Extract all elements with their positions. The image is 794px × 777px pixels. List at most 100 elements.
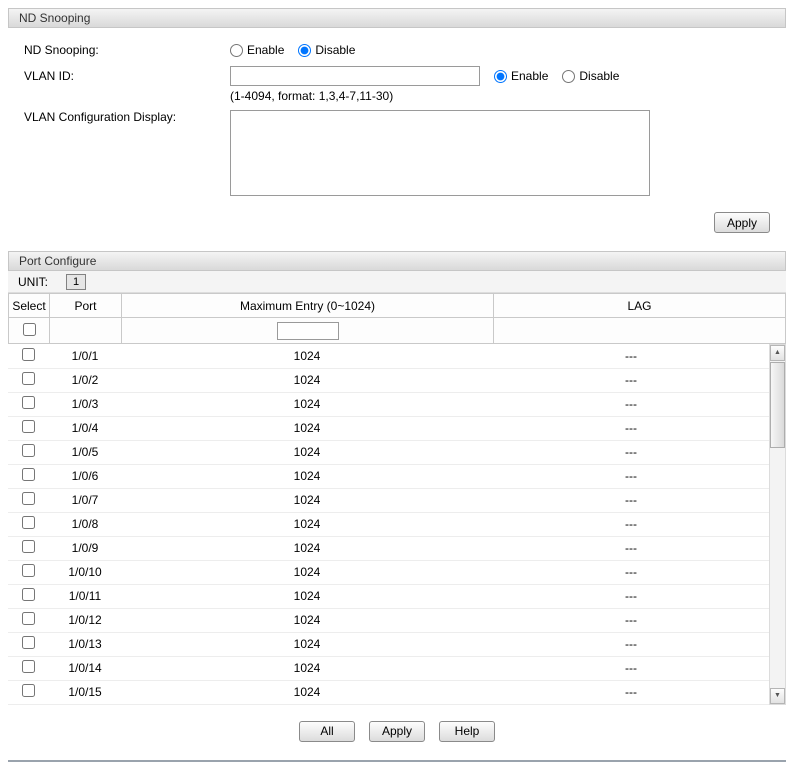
page: ND Snooping ND Snooping: Enable Disable …	[0, 0, 794, 770]
port-table-body-wrap: 1/0/1 1024 --- 1/0/2 1024 --- 1/0/3 1024…	[8, 344, 786, 705]
lag-cell: ---	[493, 536, 769, 561]
scrollbar-down-icon[interactable]: ▼	[770, 687, 785, 704]
max-entry-cell: 1024	[121, 512, 493, 537]
vlan-id-input[interactable]	[230, 66, 480, 86]
lag-cell: ---	[493, 584, 769, 609]
port-cell: 1/0/4	[49, 416, 121, 441]
port-table-header: Select Port Maximum Entry (0~1024) LAG	[8, 293, 786, 344]
lag-cell: ---	[493, 680, 769, 705]
port-table-body: 1/0/1 1024 --- 1/0/2 1024 --- 1/0/3 1024…	[8, 344, 769, 705]
lag-cell: ---	[493, 368, 769, 393]
table-row: 1/0/1 1024 ---	[8, 344, 769, 369]
table-row: 1/0/13 1024 ---	[8, 632, 769, 657]
row-select-checkbox[interactable]	[22, 540, 35, 553]
max-entry-cell: 1024	[121, 344, 493, 369]
unit-1-button[interactable]: 1	[66, 273, 86, 290]
table-row: 1/0/15 1024 ---	[8, 680, 769, 705]
nd-snooping-apply-row: Apply	[8, 212, 786, 233]
table-scrollbar[interactable]: ▲ ▼	[769, 344, 786, 705]
row-select-checkbox[interactable]	[22, 684, 35, 697]
scrollbar-up-icon[interactable]: ▲	[770, 345, 785, 361]
max-entry-cell: 1024	[121, 416, 493, 441]
column-header-max-entry: Maximum Entry (0~1024)	[121, 293, 494, 318]
row-select-checkbox[interactable]	[22, 420, 35, 433]
table-row: 1/0/8 1024 ---	[8, 512, 769, 537]
apply-button-top[interactable]: Apply	[713, 212, 770, 233]
nd-snooping-disable-radio[interactable]	[298, 43, 312, 57]
unit-label: UNIT:	[18, 274, 48, 289]
row-select-checkbox[interactable]	[22, 468, 35, 481]
lag-cell: ---	[493, 488, 769, 513]
row-select-checkbox[interactable]	[22, 636, 35, 649]
table-row: 1/0/2 1024 ---	[8, 368, 769, 393]
port-cell: 1/0/3	[49, 392, 121, 417]
row-select-checkbox[interactable]	[22, 396, 35, 409]
lag-cell: ---	[493, 416, 769, 441]
port-cell: 1/0/1	[49, 344, 121, 369]
row-select-checkbox[interactable]	[22, 516, 35, 529]
table-row: 1/0/10 1024 ---	[8, 560, 769, 585]
port-cell: 1/0/13	[49, 632, 121, 657]
port-cell: 1/0/8	[49, 512, 121, 537]
nd-snooping-enable-label: Enable	[247, 43, 285, 57]
nd-snooping-enable-radio[interactable]	[230, 43, 243, 57]
port-cell: 1/0/15	[49, 680, 121, 705]
lag-cell: ---	[493, 344, 769, 369]
nd-snooping-radio-group: Enable Disable	[230, 43, 355, 57]
row-select-checkbox[interactable]	[22, 347, 35, 361]
scrollbar-thumb[interactable]	[770, 362, 785, 448]
row-select-checkbox[interactable]	[22, 588, 35, 601]
port-cell: 1/0/6	[49, 464, 121, 489]
port-cell: 1/0/14	[49, 656, 121, 681]
vlan-id-enable-radio[interactable]	[494, 69, 507, 83]
max-entry-cell: 1024	[121, 536, 493, 561]
vlan-id-disable-radio[interactable]	[562, 69, 576, 83]
row-select-checkbox[interactable]	[22, 492, 35, 505]
lag-cell: ---	[493, 512, 769, 537]
filter-lag-cell	[493, 317, 786, 344]
row-select-checkbox[interactable]	[22, 444, 35, 457]
lag-cell: ---	[493, 632, 769, 657]
filter-port-cell	[49, 317, 122, 344]
row-select-checkbox[interactable]	[22, 564, 35, 577]
port-cell: 1/0/10	[49, 560, 121, 585]
row-select-checkbox[interactable]	[22, 660, 35, 673]
table-row: 1/0/9 1024 ---	[8, 536, 769, 561]
help-button[interactable]: Help	[439, 720, 496, 742]
table-row: 1/0/14 1024 ---	[8, 656, 769, 681]
apply-button-bottom[interactable]: Apply	[368, 720, 426, 742]
vlan-config-display-textarea[interactable]	[230, 110, 650, 196]
table-row: 1/0/4 1024 ---	[8, 416, 769, 441]
port-cell: 1/0/7	[49, 488, 121, 513]
port-configure-section-header: Port Configure	[8, 251, 786, 271]
max-entry-cell: 1024	[121, 656, 493, 681]
port-cell: 1/0/11	[49, 584, 121, 609]
column-header-select: Select	[8, 293, 50, 318]
row-select-checkbox[interactable]	[22, 612, 35, 625]
all-button[interactable]: All	[298, 720, 355, 742]
vlan-id-row: VLAN ID: Enable Disable	[8, 66, 786, 86]
nd-snooping-label: ND Snooping:	[24, 43, 99, 57]
vlan-id-radio-group: Enable Disable	[494, 69, 619, 83]
port-table: 1/0/1 1024 --- 1/0/2 1024 --- 1/0/3 1024…	[8, 344, 769, 705]
max-entry-cell: 1024	[121, 560, 493, 585]
max-entry-cell: 1024	[121, 584, 493, 609]
max-entry-filter-input[interactable]	[276, 321, 339, 340]
vlan-id-format-hint: (1-4094, format: 1,3,4-7,11-30)	[230, 89, 394, 103]
column-header-lag: LAG	[493, 293, 786, 318]
vlan-id-hint-row: (1-4094, format: 1,3,4-7,11-30)	[8, 88, 786, 104]
max-entry-cell: 1024	[121, 368, 493, 393]
column-header-row: Select Port Maximum Entry (0~1024) LAG	[8, 293, 786, 318]
lag-cell: ---	[493, 440, 769, 465]
row-select-checkbox[interactable]	[22, 372, 35, 385]
vlan-id-enable-label: Enable	[511, 69, 549, 83]
filter-row	[8, 317, 786, 344]
select-all-checkbox[interactable]	[22, 322, 36, 336]
column-header-port: Port	[49, 293, 122, 318]
max-entry-cell: 1024	[121, 464, 493, 489]
table-row: 1/0/11 1024 ---	[8, 584, 769, 609]
lag-cell: ---	[493, 392, 769, 417]
unit-row: UNIT: 1	[8, 271, 786, 293]
max-entry-cell: 1024	[121, 680, 493, 705]
table-row: 1/0/7 1024 ---	[8, 488, 769, 513]
